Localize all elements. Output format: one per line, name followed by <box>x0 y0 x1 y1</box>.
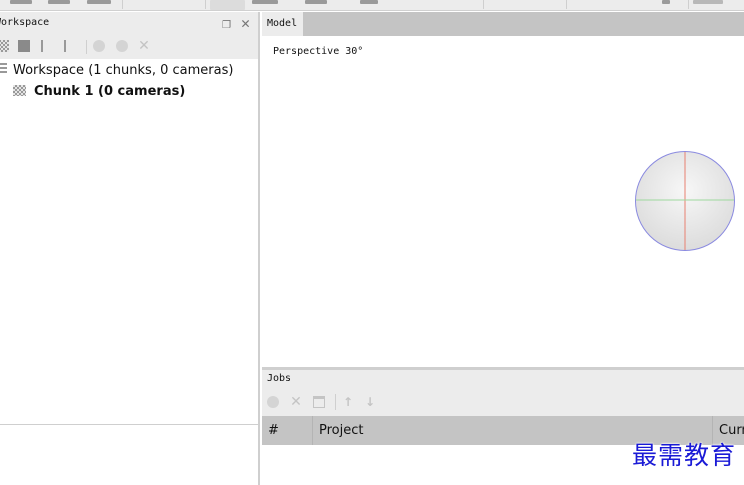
toolbar-button[interactable] <box>360 0 378 4</box>
toolbar-button[interactable] <box>48 0 70 4</box>
separator <box>335 394 336 410</box>
divider <box>0 424 258 425</box>
watermark: 最需教育 <box>631 441 736 470</box>
separator <box>122 0 123 9</box>
enable-icon[interactable] <box>93 40 105 52</box>
move-up-icon[interactable]: ↑ <box>342 396 354 408</box>
add-folder-icon[interactable] <box>41 40 53 52</box>
float-panel-icon[interactable]: ❐ <box>222 14 231 32</box>
projection-label: Perspective 30° <box>273 46 364 57</box>
separator <box>86 40 87 54</box>
chunk-label: Chunk 1 (0 cameras) <box>34 84 186 99</box>
workspace-panel-header: Workspace ❐ ✕ <box>0 12 258 35</box>
tree-item-chunk[interactable]: Chunk 1 (0 cameras) <box>13 82 185 102</box>
toolbar-button-active[interactable] <box>210 0 245 10</box>
workspace-icon <box>0 63 7 75</box>
main-toolbar <box>0 0 744 11</box>
workspace-toolbar: ✕ <box>0 35 258 59</box>
tree-item-workspace[interactable]: Workspace (1 chunks, 0 cameras) <box>0 61 233 81</box>
separator <box>483 0 484 9</box>
toolbar-button[interactable] <box>693 0 723 4</box>
toolbar-button[interactable] <box>252 0 278 4</box>
trackball-icon[interactable] <box>634 150 736 252</box>
workspace-panel-title: Workspace <box>0 17 50 28</box>
tab-model[interactable]: Model <box>262 12 303 36</box>
toolbar-button[interactable] <box>662 0 670 4</box>
column-header-number[interactable]: # <box>262 416 313 445</box>
toolbar-button[interactable] <box>305 0 327 4</box>
add-marker-icon[interactable] <box>64 40 72 52</box>
separator <box>688 0 689 9</box>
workspace-panel: Workspace ❐ ✕ ✕ Workspace (1 chunks, 0 c… <box>0 12 260 485</box>
toolbar-button[interactable] <box>87 0 111 4</box>
disable-icon[interactable] <box>116 40 128 52</box>
trash-icon[interactable] <box>313 396 325 408</box>
start-icon[interactable] <box>267 396 279 408</box>
cancel-icon[interactable]: ✕ <box>290 395 302 409</box>
close-panel-icon[interactable]: ✕ <box>241 14 250 32</box>
separator <box>566 0 567 9</box>
add-chunk-icon[interactable] <box>0 40 9 52</box>
add-photos-icon[interactable] <box>18 40 30 52</box>
workspace-label: Workspace (1 chunks, 0 cameras) <box>13 63 234 78</box>
jobs-panel: Jobs ✕ ↑ ↓ <box>262 370 744 416</box>
toolbar-button[interactable] <box>10 0 32 4</box>
move-down-icon[interactable]: ↓ <box>364 396 376 408</box>
separator <box>205 0 206 9</box>
jobs-title: Jobs <box>267 373 292 384</box>
model-viewport[interactable]: Perspective 30° <box>262 36 744 367</box>
remove-icon[interactable]: ✕ <box>138 39 150 53</box>
chunk-icon <box>13 85 26 96</box>
model-tab-bar: Model <box>262 12 744 36</box>
